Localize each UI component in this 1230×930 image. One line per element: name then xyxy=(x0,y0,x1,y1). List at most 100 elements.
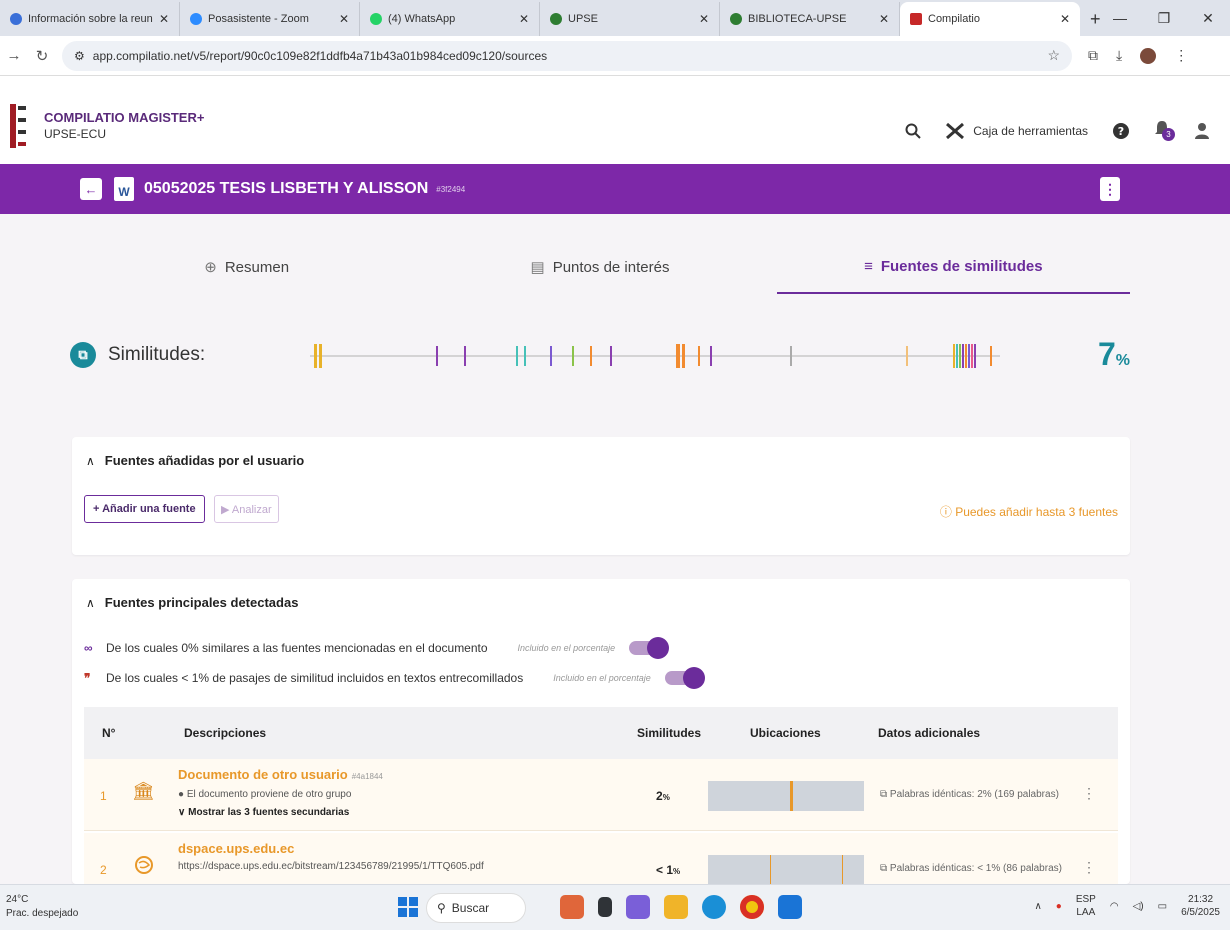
document-menu-button[interactable]: ⋮ xyxy=(1100,177,1120,201)
clock[interactable]: 21:32 6/5/2025 xyxy=(1181,893,1220,919)
temperature: 24°C xyxy=(6,894,29,905)
source-location-bar[interactable] xyxy=(708,781,864,811)
tab-favicon xyxy=(190,13,202,25)
weather-widget[interactable]: 24°C Prac. despejado xyxy=(6,893,78,921)
browser-tab-6[interactable]: Compilatio ✕ xyxy=(900,2,1080,36)
tab-label: BIBLIOTECA-UPSE xyxy=(748,13,847,25)
tab-label: Compilatio xyxy=(928,13,980,25)
toolbox-button[interactable]: Caja de herramientas xyxy=(945,122,1088,140)
start-icon[interactable] xyxy=(398,897,418,917)
document-id: #3f2494 xyxy=(436,184,466,194)
list-icon: ≡ xyxy=(864,257,873,275)
minimize-icon[interactable]: — xyxy=(1098,10,1142,26)
main-sources-header[interactable]: ∧ Fuentes principales detectadas xyxy=(72,579,1130,610)
table-row[interactable]: 1 🏛 Documento de otro usuario #4a1844 ● E… xyxy=(84,759,1118,831)
similarity-distribution-bar[interactable] xyxy=(310,334,1000,378)
close-icon[interactable]: ✕ xyxy=(699,12,709,26)
profile-avatar[interactable] xyxy=(1140,47,1157,64)
col-additional-data: Datos adicionales xyxy=(878,726,981,740)
chrome-icon[interactable] xyxy=(740,895,764,919)
mentioned-sources-toggle[interactable] xyxy=(629,637,670,659)
identical-words: ⧉ Palabras idénticas: 2% (169 palabras) xyxy=(880,789,1059,800)
source-title[interactable]: dspace.ups.edu.ec xyxy=(178,841,294,856)
included-label: Incluido en el porcentaje xyxy=(517,643,616,653)
close-icon[interactable]: ✕ xyxy=(159,12,169,26)
help-icon[interactable]: ? xyxy=(1112,122,1130,140)
tab-resumen[interactable]: ⊕ Resumen xyxy=(70,240,423,294)
download-icon[interactable]: ⤓ xyxy=(1116,47,1122,64)
tab-fuentes-de-similitudes[interactable]: ≡ Fuentes de similitudes xyxy=(776,240,1130,294)
app-icon[interactable] xyxy=(778,895,802,919)
browser-tab-3[interactable]: (4) WhatsApp ✕ xyxy=(360,2,540,36)
location-mark xyxy=(842,855,843,884)
chevron-up-icon[interactable]: ∧ xyxy=(1034,901,1041,912)
edge-icon[interactable] xyxy=(702,895,726,919)
brand-subtitle: UPSE-ECU xyxy=(44,127,107,141)
tab-puntos-de-interes[interactable]: ▤ Puntos de interés xyxy=(423,240,776,294)
tab-label: Resumen xyxy=(224,258,290,276)
antivirus-icon[interactable]: ● xyxy=(1056,901,1062,912)
user-sources-header[interactable]: ∧ Fuentes añadidas por el usuario xyxy=(72,437,1130,468)
tab-label: Posasistente - Zoom xyxy=(208,13,309,25)
browser-tab-4[interactable]: UPSE ✕ xyxy=(540,2,720,36)
source-percent: 2% xyxy=(656,789,670,803)
window-close-icon[interactable]: ✕ xyxy=(1186,10,1230,27)
col-num: N° xyxy=(102,726,116,740)
add-source-button[interactable]: + Añadir una fuente xyxy=(84,495,205,523)
source-location-bar[interactable] xyxy=(708,855,864,884)
source-url[interactable]: https://dspace.ups.edu.ec/bitstream/1234… xyxy=(178,861,484,872)
similarity-overview: ⧉ Similitudes: 7% xyxy=(70,334,1140,378)
back-button[interactable]: ← xyxy=(80,178,102,200)
close-icon[interactable]: ✕ xyxy=(1060,12,1070,26)
link-icon: ∞ xyxy=(84,641,93,655)
app-icon[interactable] xyxy=(560,895,584,919)
site-info-icon[interactable]: ⚙ xyxy=(74,49,85,63)
notifications-button[interactable]: 3 xyxy=(1154,120,1175,141)
user-icon[interactable] xyxy=(1194,122,1210,140)
reload-icon[interactable]: ↻ xyxy=(28,47,56,65)
tab-favicon xyxy=(370,13,382,25)
browser-tab-1[interactable]: Información sobre la reuni ✕ xyxy=(0,2,180,36)
quote-icon: ❞ xyxy=(84,671,91,685)
battery-icon[interactable]: ▭ xyxy=(1158,901,1167,912)
sources-table-header: N° Descripciones Similitudes Ubicaciones… xyxy=(84,707,1118,759)
url-field[interactable]: ⚙ app.compilatio.net/v5/report/90c0c109e… xyxy=(62,40,1072,71)
close-icon[interactable]: ✕ xyxy=(339,12,349,26)
tab-favicon xyxy=(550,13,562,25)
close-icon[interactable]: ✕ xyxy=(519,12,529,26)
restore-icon[interactable]: ❐ xyxy=(1142,10,1186,27)
source-title[interactable]: Documento de otro usuario #4a1844 xyxy=(178,767,383,782)
browser-tab-2[interactable]: Posasistente - Zoom ✕ xyxy=(180,2,360,36)
language-indicator[interactable]: ESP LAA xyxy=(1076,893,1096,919)
toolbox-label: Caja de herramientas xyxy=(973,123,1088,138)
magnifier-icon: ⊕ xyxy=(204,259,217,276)
search-icon[interactable] xyxy=(905,123,921,139)
volume-icon[interactable]: ◁) xyxy=(1133,901,1144,912)
close-icon[interactable]: ✕ xyxy=(879,12,889,26)
col-similarities[interactable]: Similitudes xyxy=(637,726,701,740)
main-sources-title: Fuentes principales detectadas xyxy=(104,595,299,610)
tab-favicon xyxy=(10,13,22,25)
app-icon[interactable] xyxy=(626,895,650,919)
show-secondary-sources[interactable]: ∨ Mostrar las 3 fuentes secundarias xyxy=(178,807,349,818)
row-menu-icon[interactable]: ⋮ xyxy=(1082,785,1096,802)
extensions-icon[interactable]: ⧉ xyxy=(1088,47,1098,64)
taskbar-search[interactable]: ⚲ Buscar xyxy=(426,893,526,923)
chevron-up-icon[interactable]: ∧ xyxy=(86,596,95,610)
row-menu-icon[interactable]: ⋮ xyxy=(1082,859,1096,876)
chevron-up-icon[interactable]: ∧ xyxy=(86,454,95,468)
system-tray: ∧ ● ESP LAA ◠ ◁) ▭ 21:32 6/5/2025 xyxy=(1034,893,1220,919)
bookmark-star-icon[interactable]: ☆ xyxy=(1047,47,1060,64)
folder-icon[interactable] xyxy=(664,895,688,919)
quotes-toggle[interactable] xyxy=(664,667,705,689)
analyze-button[interactable]: ▶ Analizar xyxy=(214,495,279,523)
browser-menu-icon[interactable]: ⋮ xyxy=(1174,47,1188,64)
forward-icon[interactable]: → xyxy=(0,47,28,64)
app-icon[interactable] xyxy=(598,897,612,917)
taskbar-search-label: Buscar xyxy=(451,901,490,915)
col-locations: Ubicaciones xyxy=(750,726,821,740)
browser-tab-5[interactable]: BIBLIOTECA-UPSE ✕ xyxy=(720,2,900,36)
table-row[interactable]: 2 dspace.ups.edu.ec https://dspace.ups.e… xyxy=(84,833,1118,884)
wifi-icon[interactable]: ◠ xyxy=(1110,901,1119,912)
tab-favicon xyxy=(910,13,922,25)
